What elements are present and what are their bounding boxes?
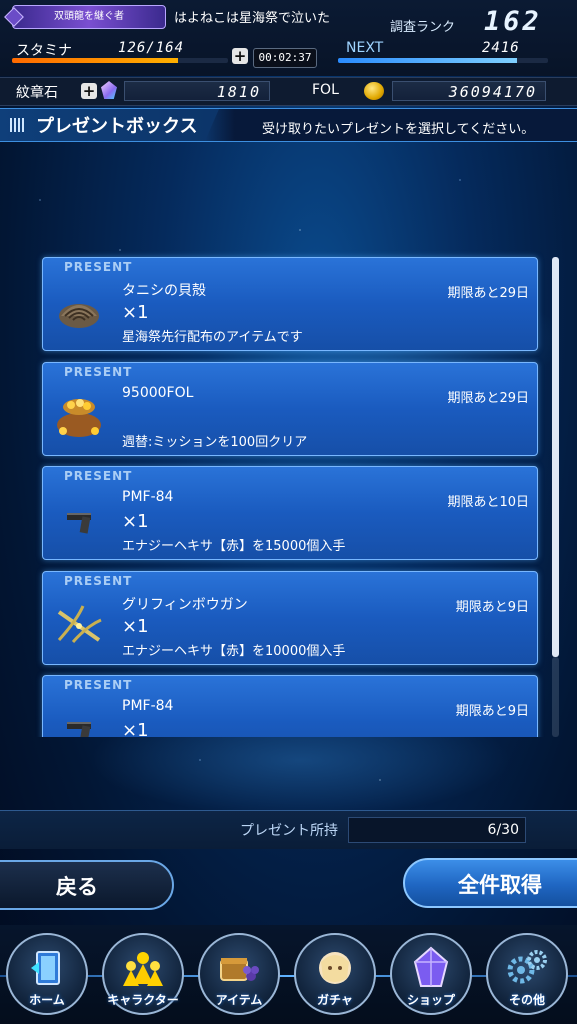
stamina-add-button[interactable]: + [232,48,248,64]
emblem-add-button[interactable]: + [81,83,97,99]
present-name: グリフィンボウガン [122,597,248,613]
nav-other[interactable]: その他 [486,933,568,1015]
stamina-bar-fill [12,58,178,63]
shell-icon [59,304,99,328]
status-bar: 双頭龍を継ぐ者 はよねこは星海祭で泣いた 調査ランク 162 スタミナ 126/… [0,0,577,76]
present-expiry: 期限あと10日 [447,495,529,510]
present-list[interactable]: PRESENT タニシの貝殻 ×1 星海祭先行配布のアイテムです 期限あと29日… [0,143,577,737]
present-name: タニシの貝殻 [122,283,206,299]
emblem-value: 1810 [124,81,270,101]
stamina-bar [12,58,228,63]
stamina-label: スタミナ [16,43,72,59]
nav-label: その他 [508,993,545,1007]
nav-home[interactable]: ホーム [6,933,88,1015]
nav-item-menu[interactable]: アイテム [198,933,280,1015]
bottom-nav: ホーム キャラクター アイテム ガチャ ショップ その他 [0,925,577,1024]
present-tag: PRESENT [64,260,133,274]
nav-label: ショップ [406,993,455,1007]
list-scroll-track [552,657,559,737]
present-description: エナジーヘキサ【赤】を15000個入手 [122,539,346,554]
present-expiry: 期限あと9日 [455,704,529,719]
nav-label: キャラクター [107,993,179,1007]
character-icon [121,948,165,994]
present-description: エナジーヘキサ【赤】を10000個入手 [122,644,346,659]
present-count-bar: プレゼント所持 6/30 [0,810,577,849]
pistol-icon [67,722,91,737]
present-expiry: 期限あと9日 [455,600,529,615]
present-quantity: ×1 [122,302,149,323]
present-item[interactable]: PRESENT 95000FOL 週替:ミッションを100回クリア 期限あと29… [42,362,538,456]
nav-label: ホーム [29,993,65,1007]
player-name: はよねこは星海祭で泣いた [174,11,331,26]
gacha-icon [313,948,357,994]
present-item[interactable]: PRESENT PMF-84 ×1 エナジーヘキサ【赤】を15000個入手 期限… [42,466,538,560]
present-item[interactable]: PRESENT タニシの貝殻 ×1 星海祭先行配布のアイテムです 期限あと29日 [42,257,538,351]
emblem-stone-icon [101,81,117,99]
present-count-value: 6/30 [348,817,526,843]
item-icon [217,948,261,994]
present-tag: PRESENT [64,365,133,379]
present-name: PMF-84 [122,698,174,714]
exp-bar-fill [338,58,517,63]
pistol-icon [67,513,91,534]
present-name: 95000FOL [122,385,194,401]
emblem-label: 紋章石 [16,85,58,101]
currency-row: 紋章石 + 1810 FOL 36094170 [0,77,577,106]
nav-label: ガチャ [317,993,353,1007]
menu-stripe-icon [10,118,24,132]
list-scrollbar[interactable] [552,257,559,657]
present-description: 週替:ミッションを100回クリア [122,435,308,450]
nav-label: アイテム [215,993,263,1007]
crossbow-icon [57,605,102,643]
present-quantity: ×1 [122,720,149,737]
back-button[interactable]: 戻る [0,860,174,910]
coin-icon [364,82,384,100]
present-count-label: プレゼント所持 [240,823,338,839]
present-expiry: 期限あと29日 [447,286,529,301]
present-description: 星海祭先行配布のアイテムです [122,330,303,345]
fol-value: 36094170 [392,81,546,101]
shop-icon [411,946,451,996]
section-header: プレゼントボックス 受け取りたいプレゼントを選択してください。 [0,108,577,142]
exp-bar [338,58,548,63]
next-label: NEXT [346,40,384,56]
present-quantity: ×1 [122,511,149,532]
present-tag: PRESENT [64,469,133,483]
nav-shop[interactable]: ショップ [390,933,472,1015]
fol-label: FOL [312,82,339,98]
present-quantity: ×1 [122,616,149,637]
nav-character[interactable]: キャラクター [102,933,184,1015]
present-tag: PRESENT [64,574,133,588]
stamina-value: 126/164 [118,40,185,56]
settings-icon [505,948,549,994]
home-icon [27,948,67,994]
title-badge[interactable]: 双頭龍を継ぐ者 [12,5,166,29]
present-item[interactable]: PRESENT グリフィンボウガン ×1 エナジーヘキサ【赤】を10000個入手… [42,571,538,665]
present-expiry: 期限あと29日 [447,391,529,406]
gold-bag-icon [57,399,101,437]
rank-value: 162 [484,6,542,37]
page-instruction: 受け取りたいプレゼントを選択してください。 [262,122,535,137]
page-title: プレゼントボックス [36,116,198,137]
nav-gacha[interactable]: ガチャ [294,933,376,1015]
present-tag: PRESENT [64,678,133,692]
claim-all-button[interactable]: 全件取得 [403,858,577,908]
present-name: PMF-84 [122,489,174,505]
rank-label: 調査ランク [390,20,456,35]
next-value: 2416 [482,40,520,56]
present-item[interactable]: PRESENT PMF-84 ×1 期限あと9日 [42,675,538,737]
stamina-timer: 00:02:37 [253,48,317,68]
